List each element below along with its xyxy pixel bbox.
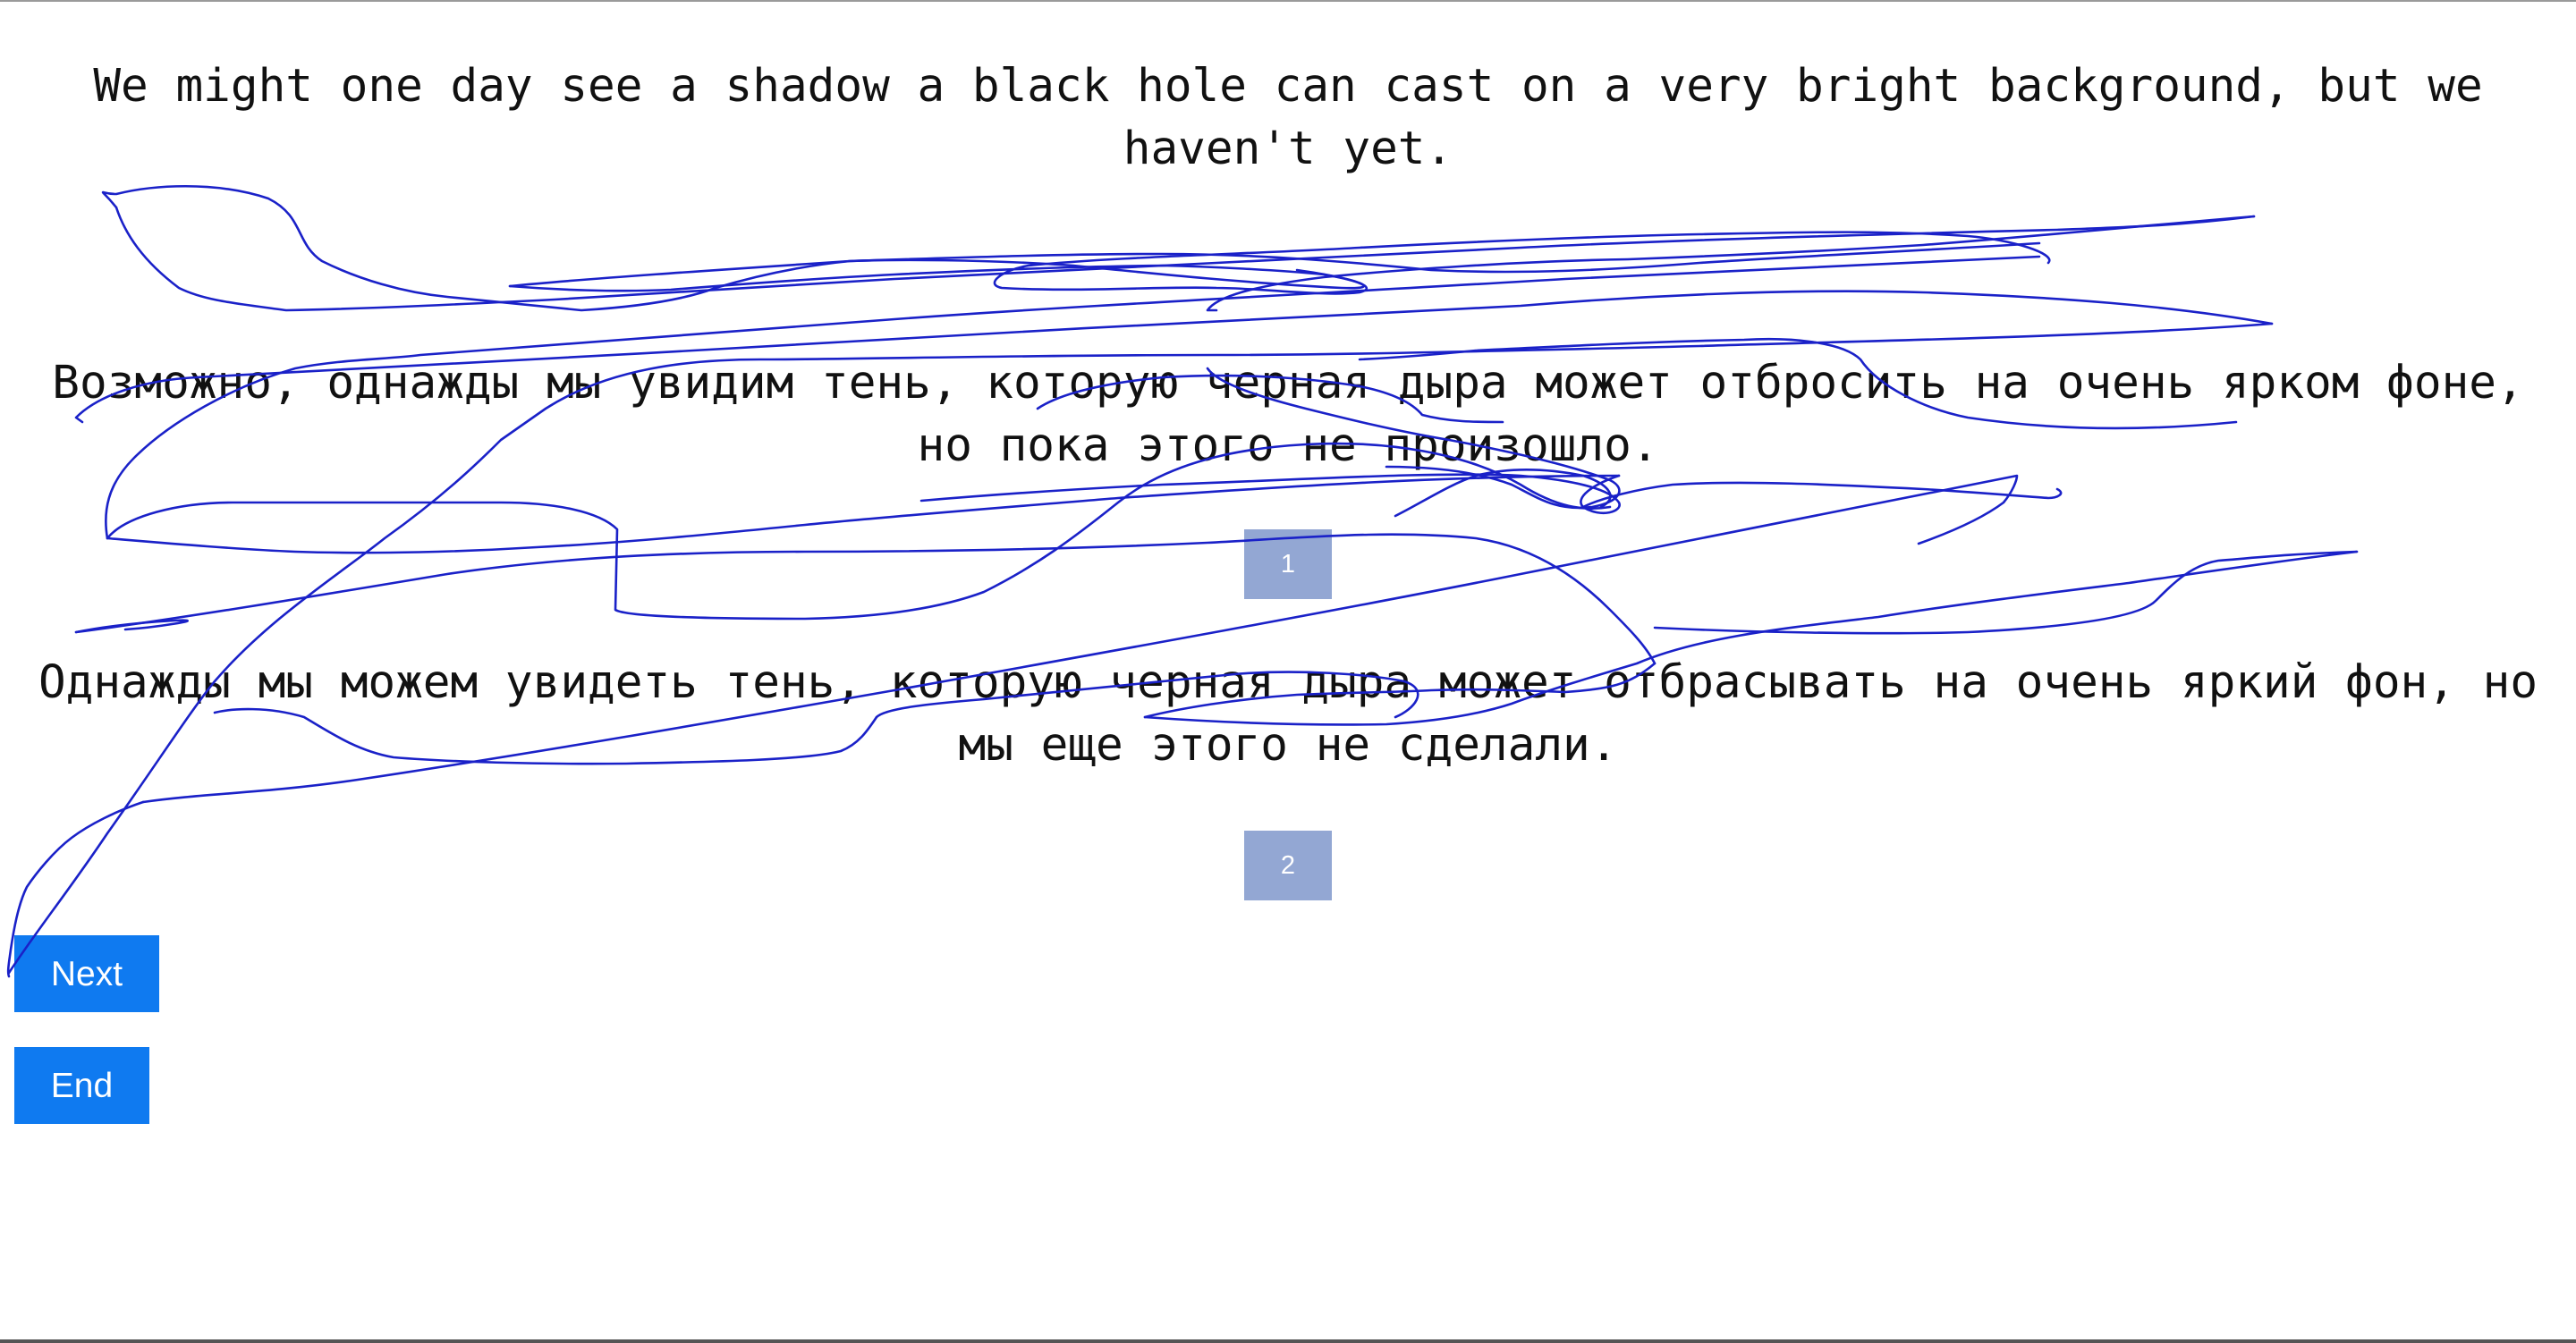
next-button[interactable]: Next bbox=[14, 935, 159, 1012]
source-sentence: We might one day see a shadow a black ho… bbox=[93, 60, 2483, 175]
scribble-stroke-20 bbox=[74, 533, 1657, 665]
scribble-stroke-5 bbox=[919, 473, 1621, 515]
scribble-stroke-11 bbox=[508, 231, 2051, 295]
end-button[interactable]: End bbox=[14, 1047, 149, 1124]
scribble-stroke-7 bbox=[101, 184, 1365, 312]
rank-badge-1[interactable]: 1 bbox=[1244, 529, 1332, 599]
ranking-page: We might one day see a shadow a black ho… bbox=[0, 0, 2576, 1343]
scribble-stroke-22 bbox=[1653, 550, 2359, 635]
scribble-stroke-4 bbox=[106, 474, 1621, 554]
scribble-stroke-10 bbox=[508, 241, 2041, 288]
translation-sentence-1: Возможно, однажды мы увидим тень, котору… bbox=[52, 357, 2524, 472]
scribble-stroke-15 bbox=[1581, 481, 2063, 509]
scribble-stroke-8 bbox=[114, 206, 2256, 312]
scribble-stroke-9 bbox=[1206, 215, 2256, 312]
rank-badge-2[interactable]: 2 bbox=[1244, 831, 1332, 900]
translation-sentence-2: Однажды мы можем увидеть тень, которую ч… bbox=[38, 656, 2538, 772]
scribble-stroke-19 bbox=[74, 619, 189, 634]
